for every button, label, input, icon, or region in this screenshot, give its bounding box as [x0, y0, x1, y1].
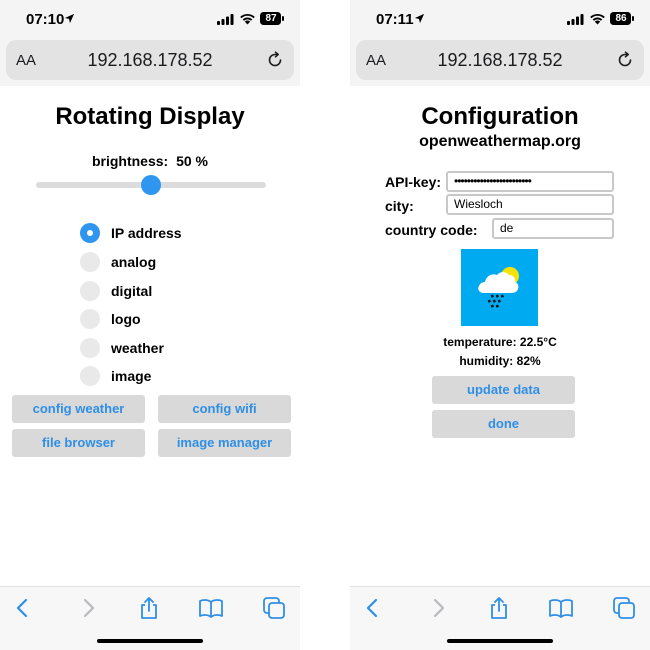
brightness-label: brightness: — [91, 153, 169, 169]
radio-button[interactable] — [80, 252, 100, 272]
wifi-icon — [590, 13, 605, 25]
url-text[interactable]: 192.168.178.52 — [6, 50, 294, 71]
battery-level: 86 — [615, 13, 627, 24]
browser-toolbar — [350, 586, 650, 650]
wifi-icon — [240, 13, 255, 25]
radio-option-analog[interactable]: analog — [80, 252, 280, 274]
url-field[interactable]: AA 192.168.178.52 — [6, 40, 294, 80]
image-manager-button[interactable]: image manager — [158, 429, 291, 457]
browser-toolbar — [0, 586, 300, 650]
file-browser-button[interactable]: file browser — [12, 429, 145, 457]
radio-button[interactable] — [80, 366, 100, 386]
phone-screenshot-left: 07:10 87 AA 192.168.178.52 Rotating Disp… — [0, 0, 300, 650]
radio-button[interactable] — [80, 281, 100, 301]
humidity-readout: humidity: 82% — [459, 354, 541, 368]
tabs-icon[interactable] — [611, 596, 637, 620]
status-time: 07:10 — [26, 11, 65, 28]
radio-label: digital — [111, 283, 153, 299]
url-text[interactable]: 192.168.178.52 — [356, 50, 644, 71]
radio-label: logo — [111, 311, 141, 327]
share-icon[interactable] — [136, 596, 162, 620]
city-value: Wiesloch — [454, 197, 503, 211]
radio-option-weather[interactable]: weather — [80, 338, 280, 360]
status-time: 07:11 — [376, 11, 414, 28]
config-wifi-button[interactable]: config wifi — [158, 395, 291, 423]
location-arrow-icon — [414, 13, 425, 24]
forward-chevron-icon[interactable] — [425, 596, 451, 620]
bookmarks-book-icon[interactable] — [548, 596, 574, 620]
radio-button[interactable] — [80, 309, 100, 329]
tabs-icon[interactable] — [261, 596, 287, 620]
update-data-button[interactable]: update data — [432, 376, 575, 404]
brightness-slider-thumb[interactable] — [141, 175, 161, 195]
radio-option-image[interactable]: image — [80, 366, 280, 388]
reload-icon[interactable] — [616, 51, 634, 69]
home-indicator — [97, 639, 203, 643]
reload-icon[interactable] — [266, 51, 284, 69]
forward-chevron-icon[interactable] — [75, 596, 101, 620]
status-bar: 07:10 87 — [0, 0, 300, 36]
radio-option-digital[interactable]: digital — [80, 281, 280, 303]
brightness-value: 50 % — [176, 153, 209, 169]
radio-button[interactable] — [80, 223, 100, 243]
page-title: Configuration — [421, 103, 579, 130]
status-bar: 07:11 86 — [350, 0, 650, 36]
radio-label: weather — [111, 340, 164, 356]
location-arrow-icon — [64, 13, 75, 24]
cellular-signal-icon — [567, 14, 584, 25]
battery-level: 87 — [265, 13, 277, 24]
radio-button[interactable] — [80, 338, 100, 358]
cloud-sun-rain-icon — [478, 267, 519, 308]
city-label: city: — [385, 198, 414, 214]
browser-address-bar: AA 192.168.178.52 — [0, 36, 300, 86]
phone-screenshot-right: 07:11 86 AA 192.168.178.52 Configuration… — [350, 0, 650, 650]
radio-option-ip-address[interactable]: IP address — [80, 223, 280, 245]
radio-label: analog — [111, 254, 157, 270]
back-chevron-icon[interactable] — [360, 596, 386, 620]
country-code-label: country code: — [385, 222, 478, 238]
web-page-content: Configuration openweathermap.org API-key… — [350, 86, 650, 586]
country-code-field[interactable]: de — [492, 218, 614, 239]
url-field[interactable]: AA 192.168.178.52 — [356, 40, 644, 80]
radio-option-logo[interactable]: logo — [80, 309, 280, 331]
city-field[interactable]: Wiesloch — [446, 194, 614, 215]
browser-address-bar: AA 192.168.178.52 — [350, 36, 650, 86]
api-key-value: •••••••••••••••••••••••• — [454, 174, 532, 188]
temperature-readout: temperature: 22.5°C — [443, 335, 557, 349]
bookmarks-book-icon[interactable] — [198, 596, 224, 620]
radio-label: image — [111, 368, 152, 384]
radio-label: IP address — [111, 225, 182, 241]
api-key-field[interactable]: •••••••••••••••••••••••• — [446, 171, 614, 192]
country-code-value: de — [500, 221, 514, 235]
web-page-content: Rotating Display brightness: 50 % IP add… — [0, 86, 300, 586]
config-weather-button[interactable]: config weather — [12, 395, 145, 423]
done-button[interactable]: done — [432, 410, 575, 438]
share-icon[interactable] — [486, 596, 512, 620]
api-key-label: API-key: — [385, 174, 442, 190]
cellular-signal-icon — [217, 14, 234, 25]
page-subtitle: openweathermap.org — [419, 133, 581, 150]
back-chevron-icon[interactable] — [10, 596, 36, 620]
page-title: Rotating Display — [55, 103, 245, 130]
home-indicator — [447, 639, 553, 643]
brightness-row: brightness: 50 % — [0, 153, 300, 169]
